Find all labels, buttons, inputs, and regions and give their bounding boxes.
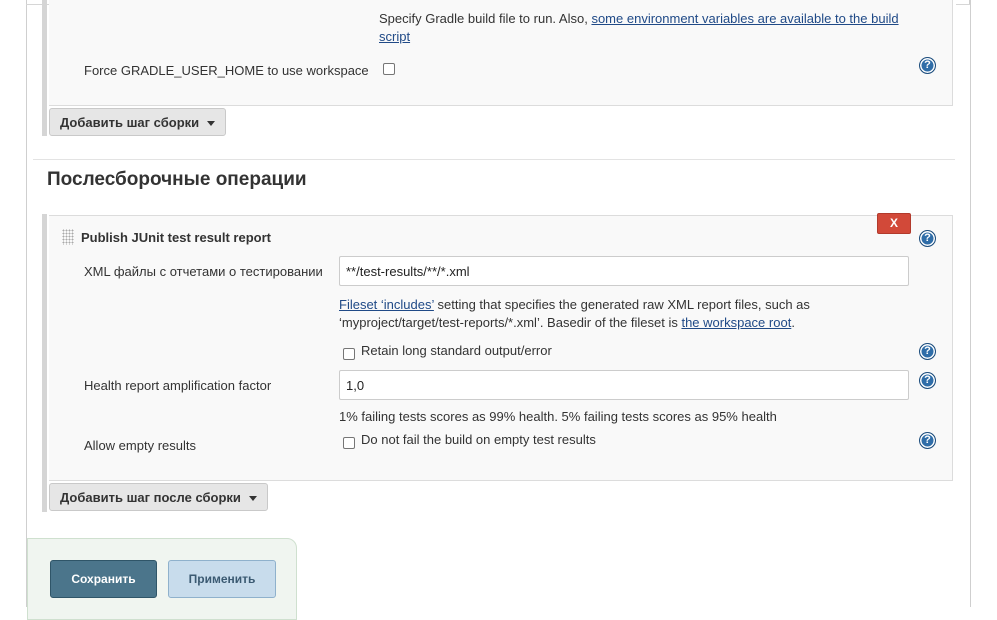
workspace-root-link[interactable]: the workspace root [681,315,791,330]
apply-button[interactable]: Применить [168,560,276,598]
caret-down-icon [207,121,216,127]
force-home-label: Force GRADLE_USER_HOME to use workspace [84,63,369,78]
retain-output-label: Retain long standard output/error [361,343,552,358]
add-build-step-label: Добавить шаг сборки [60,115,200,130]
add-build-step-button[interactable]: Добавить шаг сборки [49,108,227,136]
allow-empty-checkbox-label: Do not fail the build on empty test resu… [361,432,596,447]
allow-empty-label: Allow empty results [84,438,196,453]
gradle-help-text: Specify Gradle build file to run. Also, [379,11,592,26]
xml-reports-input[interactable] [339,256,909,286]
fileset-help-line2: ‘myproject/target/test-reports/*.xml’. B… [339,315,795,330]
fileset-help-text2: ‘myproject/target/test-reports/*.xml’. B… [339,315,682,330]
fileset-help-text: setting that specifies the generated raw… [433,297,810,312]
env-vars-link-cont[interactable]: script [379,29,410,44]
help-icon[interactable]: ? [919,372,936,389]
section-divider [33,159,955,160]
help-icon[interactable]: ? [919,230,936,247]
caret-down-icon [248,496,257,502]
allow-empty-checkbox[interactable] [343,437,355,449]
xml-reports-label: XML файлы с отчетами о тестировании [84,264,323,279]
fileset-help-period: . [791,315,795,330]
gradle-help-line2: script [379,29,410,44]
fileset-includes-link[interactable]: Fileset ‘includes’ [339,297,434,312]
health-factor-input[interactable] [339,370,909,400]
env-vars-link[interactable]: some environment variables are available… [591,11,898,26]
drag-handle-icon[interactable] [62,229,74,245]
delete-step-button[interactable]: X [877,213,911,234]
top-border-right [956,0,970,5]
fileset-help-line1: Fileset ‘includes’ setting that specifie… [339,297,810,312]
add-post-build-step-label: Добавить шаг после сборки [60,490,241,505]
health-factor-label: Health report amplification factor [84,378,272,393]
add-post-build-step-button[interactable]: Добавить шаг после сборки [49,483,268,511]
help-icon[interactable]: ? [919,432,936,449]
build-section-bar [42,0,47,136]
health-factor-hint: 1% failing tests scores as 99% health. 5… [339,409,777,424]
post-build-section-bar [42,214,47,512]
junit-step-title: Publish JUnit test result report [81,230,271,245]
retain-output-checkbox[interactable] [343,348,355,360]
force-home-checkbox[interactable] [383,63,395,75]
help-icon[interactable]: ? [919,343,936,360]
help-icon[interactable]: ? [919,57,936,74]
save-button[interactable]: Сохранить [50,560,157,598]
post-build-section-title: Послесборочные операции [47,169,307,190]
gradle-help-line1: Specify Gradle build file to run. Also, … [379,11,899,26]
